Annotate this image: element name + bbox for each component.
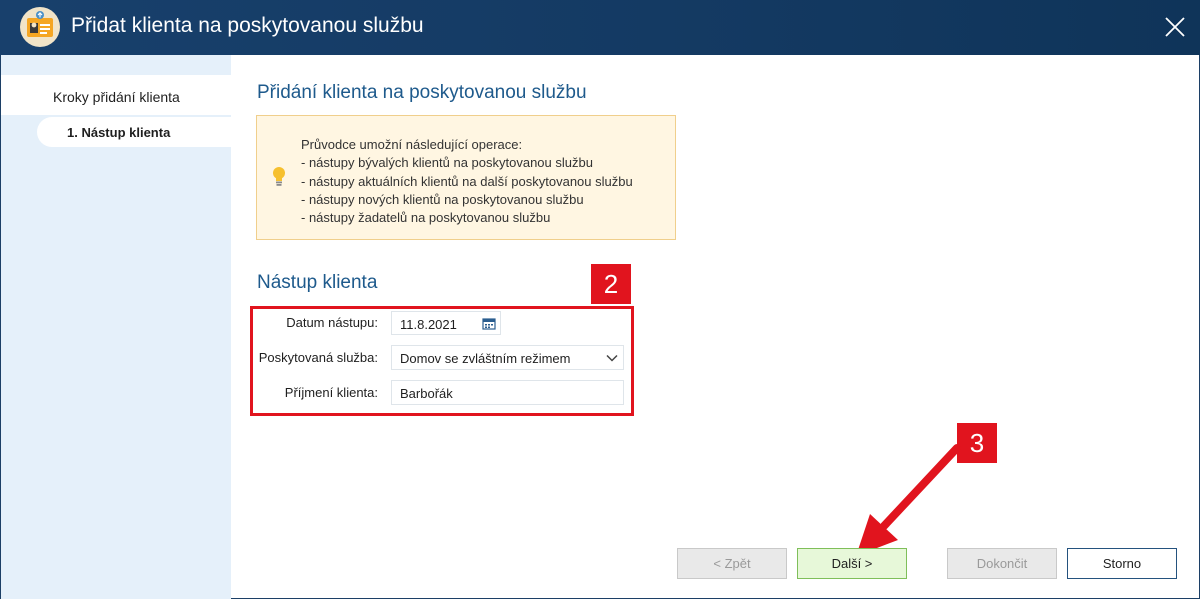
surname-value: Barbořák [400, 386, 453, 401]
info-line: - nástupy aktuálních klientů na další po… [301, 173, 633, 189]
back-button[interactable]: < Zpět [677, 548, 787, 579]
info-line: - nástupy nových klientů na poskytovanou… [301, 191, 584, 207]
wizard-sidebar: Kroky přidání klienta 1. Nástup klienta [1, 55, 231, 599]
section-title: Nástup klienta [257, 272, 378, 293]
date-label: Datum nástupu: [286, 315, 378, 330]
client-card-icon [20, 7, 60, 47]
cancel-button[interactable]: Storno [1067, 548, 1177, 579]
sidebar-step-label: 1. Nástup klienta [67, 125, 171, 140]
info-text: Průvodce umožní následující operace: - n… [301, 136, 633, 227]
surname-label: Příjmení klienta: [284, 385, 378, 400]
date-value: 11.8.2021 [400, 317, 457, 332]
info-box: Průvodce umožní následující operace: - n… [256, 115, 676, 240]
title-bar: Přidat klienta na poskytovanou službu [0, 0, 1200, 55]
lightbulb-icon [271, 166, 287, 193]
info-line: Průvodce umožní následující operace: [301, 137, 523, 152]
date-field[interactable]: 11.8.2021 [391, 311, 501, 335]
close-icon[interactable] [1158, 10, 1192, 44]
surname-input[interactable]: Barbořák [391, 380, 624, 405]
finish-button[interactable]: Dokončit [947, 548, 1057, 579]
annotation-badge-3: 3 [957, 423, 997, 463]
sidebar-step-nastup[interactable]: 1. Nástup klienta [37, 117, 231, 147]
chevron-down-icon [606, 354, 618, 362]
sidebar-heading-label: Kroky přidání klienta [53, 89, 180, 105]
calendar-icon[interactable] [482, 317, 496, 330]
service-value: Domov se zvláštním režimem [400, 351, 571, 366]
window-title: Přidat klienta na poskytovanou službu [71, 14, 424, 37]
page-title: Přidání klienta na poskytovanou službu [257, 82, 587, 103]
info-line: - nástupy žadatelů na poskytovanou služb… [301, 210, 551, 226]
service-label: Poskytovaná služba: [258, 350, 378, 365]
annotation-badge-2: 2 [591, 264, 631, 304]
info-line: - nástupy bývalých klientů na poskytovan… [301, 155, 593, 171]
service-select[interactable]: Domov se zvláštním režimem [391, 345, 624, 370]
next-button[interactable]: Další > [797, 548, 907, 579]
sidebar-heading: Kroky přidání klienta [1, 75, 231, 115]
